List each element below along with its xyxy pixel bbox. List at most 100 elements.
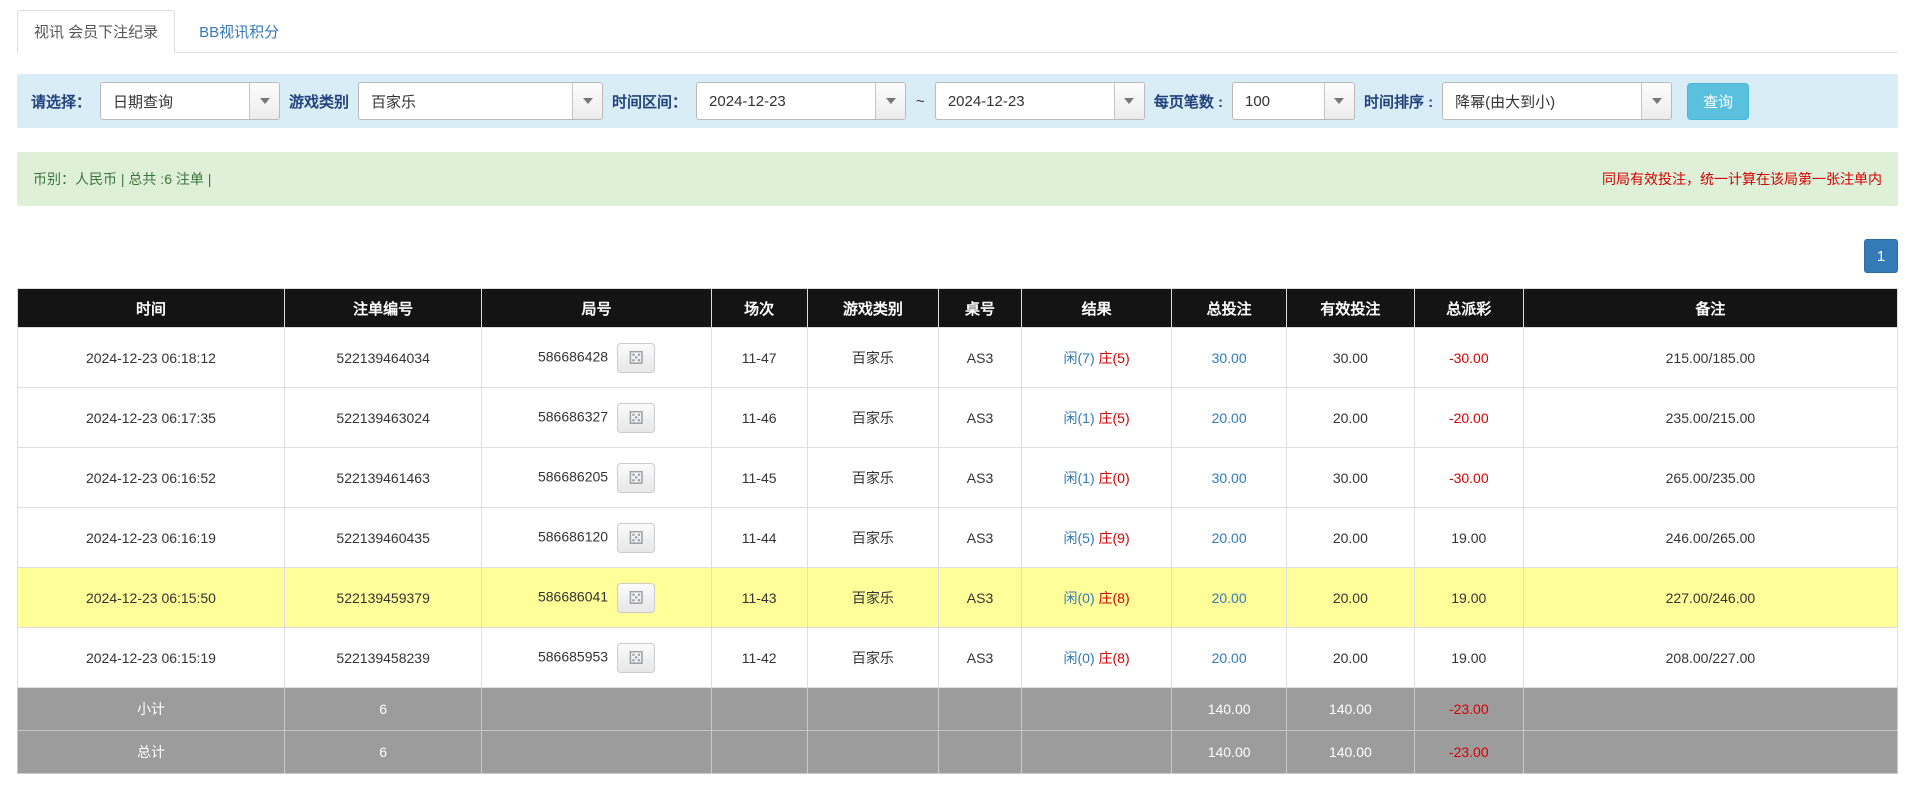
chevron-down-icon <box>572 83 602 119</box>
total-bet-link[interactable]: 20.00 <box>1212 530 1247 546</box>
cell-table-no: AS3 <box>939 388 1022 448</box>
footer-empty <box>939 731 1022 774</box>
cell-total-bet: 20.00 <box>1172 568 1287 628</box>
cell-time: 2024-12-23 06:15:50 <box>18 568 285 628</box>
table-body: 2024-12-23 06:18:12522139464034 586686428… <box>18 328 1898 688</box>
cell-game-type: 百家乐 <box>807 628 939 688</box>
cell-session: 11-44 <box>711 508 807 568</box>
cell-result: 闲(1) 庄(5) <box>1021 388 1171 448</box>
cell-time: 2024-12-23 06:15:19 <box>18 628 285 688</box>
cell-result: 闲(7) 庄(5) <box>1021 328 1171 388</box>
column-header-8: 有效投注 <box>1286 289 1414 328</box>
page-1-button[interactable]: 1 <box>1864 239 1898 273</box>
cell-result: 闲(5) 庄(9) <box>1021 508 1171 568</box>
cell-bet-id: 522139464034 <box>284 328 481 388</box>
round-replay-button[interactable]: ⚄ <box>617 523 655 553</box>
cell-bet-id: 522139459379 <box>284 568 481 628</box>
total-bet-link[interactable]: 30.00 <box>1212 470 1247 486</box>
cell-valid-bet: 20.00 <box>1286 508 1414 568</box>
cell-result: 闲(1) 庄(0) <box>1021 448 1171 508</box>
range-tilde: ~ <box>915 93 926 110</box>
round-number: 586686041 <box>538 588 608 604</box>
query-type-value: 日期查询 <box>101 91 185 112</box>
total-bet-link[interactable]: 20.00 <box>1212 590 1247 606</box>
cell-session: 11-45 <box>711 448 807 508</box>
footer-empty <box>807 731 939 774</box>
tab-betting-records[interactable]: 视讯 会员下注纪录 <box>17 10 175 53</box>
cell-session: 11-47 <box>711 328 807 388</box>
total-bet-link[interactable]: 20.00 <box>1212 410 1247 426</box>
round-number: 586686428 <box>538 348 608 364</box>
cell-round: 586686041 ⚄ <box>482 568 711 628</box>
round-replay-button[interactable]: ⚄ <box>617 643 655 673</box>
cell-total-bet: 20.00 <box>1172 508 1287 568</box>
footer-total-bet: 140.00 <box>1172 688 1287 731</box>
summary-notice: 同局有效投注，统一计算在该局第一张注单内 <box>1602 169 1882 189</box>
dice-icon: ⚄ <box>628 589 644 607</box>
cell-table-no: AS3 <box>939 328 1022 388</box>
time-sort-select[interactable]: 降幂(由大到小) <box>1442 82 1672 120</box>
result-player: 闲(0) <box>1064 650 1099 666</box>
column-header-9: 总派彩 <box>1414 289 1523 328</box>
round-replay-button[interactable]: ⚄ <box>617 343 655 373</box>
total-bet-link[interactable]: 30.00 <box>1212 350 1247 366</box>
footer-label: 总计 <box>18 731 285 774</box>
tab-bb-video-points[interactable]: BB视讯积分 <box>183 11 295 52</box>
cell-valid-bet: 20.00 <box>1286 568 1414 628</box>
cell-total-bet: 30.00 <box>1172 448 1287 508</box>
result-player: 闲(7) <box>1064 350 1099 366</box>
cell-time: 2024-12-23 06:18:12 <box>18 328 285 388</box>
time-sort-value: 降幂(由大到小) <box>1443 91 1567 112</box>
footer-empty <box>1021 731 1171 774</box>
dice-icon: ⚄ <box>628 649 644 667</box>
query-type-label: 请选择： <box>31 91 91 112</box>
chevron-down-icon <box>249 83 279 119</box>
per-page-select[interactable]: 100 <box>1232 82 1355 120</box>
column-header-4: 游戏类别 <box>807 289 939 328</box>
tab-bar: 视讯 会员下注纪录 BB视讯积分 <box>17 12 1898 53</box>
query-type-select[interactable]: 日期查询 <box>100 82 280 120</box>
total-bet-link[interactable]: 20.00 <box>1212 650 1247 666</box>
footer-empty <box>482 731 711 774</box>
cell-round: 586686120⚄ <box>482 508 711 568</box>
cell-payout: -20.00 <box>1414 388 1523 448</box>
footer-empty <box>711 731 807 774</box>
per-page-value: 100 <box>1233 93 1282 110</box>
cell-note: 265.00/235.00 <box>1523 448 1897 508</box>
table-total-row: 小计6140.00140.00-23.00 <box>18 688 1898 731</box>
cell-time: 2024-12-23 06:16:19 <box>18 508 285 568</box>
date-to-value: 2024-12-23 <box>936 93 1037 110</box>
cell-game-type: 百家乐 <box>807 508 939 568</box>
cell-game-type: 百家乐 <box>807 388 939 448</box>
game-category-select[interactable]: 百家乐 <box>358 82 603 120</box>
cell-round: 586686327 ⚄ <box>482 388 711 448</box>
date-from-value: 2024-12-23 <box>697 93 798 110</box>
date-from-select[interactable]: 2024-12-23 <box>696 82 906 120</box>
date-to-select[interactable]: 2024-12-23 <box>935 82 1145 120</box>
round-number: 586686327 <box>538 408 608 424</box>
dice-icon: ⚄ <box>628 349 644 367</box>
per-page-label: 每页笔数 : <box>1154 91 1223 112</box>
time-range-label: 时间区间： <box>612 91 687 112</box>
cell-time: 2024-12-23 06:17:35 <box>18 388 285 448</box>
time-sort-label: 时间排序 : <box>1364 91 1433 112</box>
round-replay-button[interactable]: ⚄ <box>617 403 655 433</box>
game-category-label: 游戏类别 <box>289 91 349 112</box>
column-header-0: 时间 <box>18 289 285 328</box>
cell-total-bet: 20.00 <box>1172 628 1287 688</box>
cell-payout: -30.00 <box>1414 328 1523 388</box>
footer-empty <box>711 688 807 731</box>
cell-note: 227.00/246.00 <box>1523 568 1897 628</box>
footer-payout: -23.00 <box>1414 731 1523 774</box>
chevron-down-icon <box>1324 83 1354 119</box>
table-row: 2024-12-23 06:17:35522139463024586686327… <box>18 388 1898 448</box>
cell-bet-id: 522139460435 <box>284 508 481 568</box>
round-replay-button[interactable]: ⚄ <box>617 583 655 613</box>
footer-payout: -23.00 <box>1414 688 1523 731</box>
query-button[interactable]: 查询 <box>1687 83 1749 120</box>
footer-total-bet: 140.00 <box>1172 731 1287 774</box>
table-footer: 小计6140.00140.00-23.00总计6140.00140.00-23.… <box>18 688 1898 774</box>
column-header-2: 局号 <box>482 289 711 328</box>
round-replay-button[interactable]: ⚄ <box>617 463 655 493</box>
cell-bet-id: 522139463024 <box>284 388 481 448</box>
